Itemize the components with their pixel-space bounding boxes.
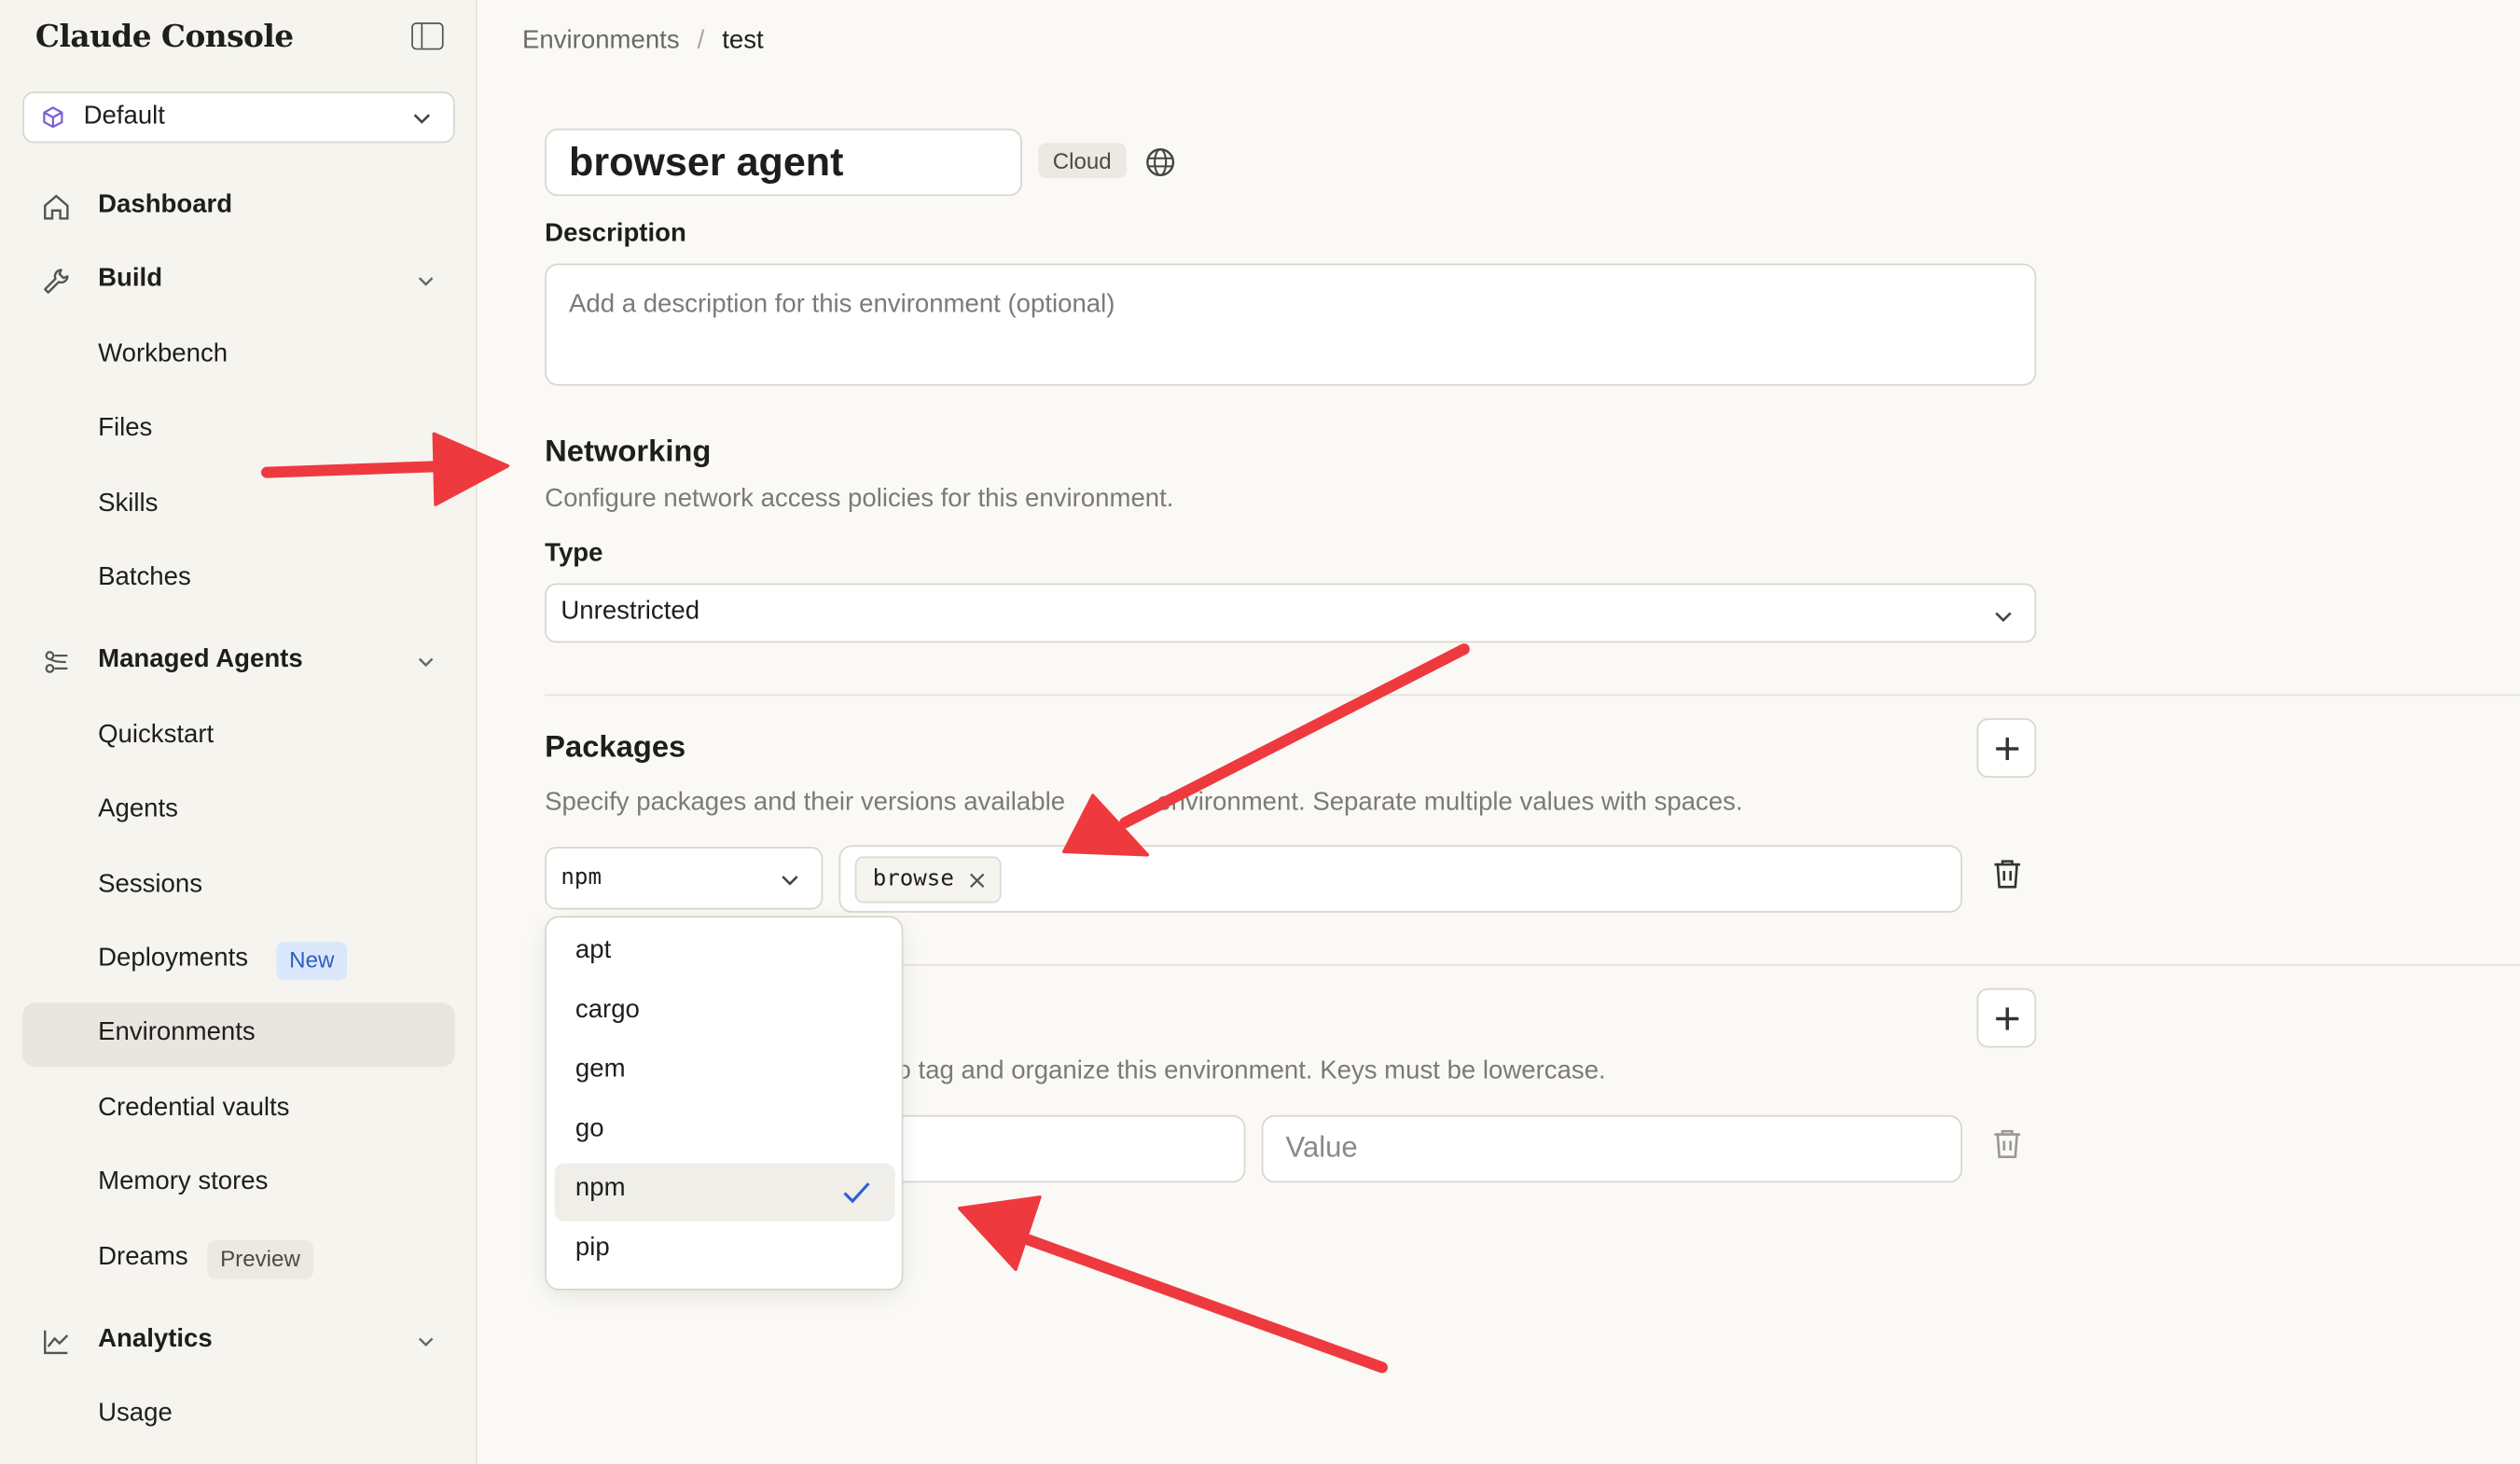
metadata-value-input[interactable]: Value xyxy=(1261,1114,1963,1183)
dropdown-option-apt[interactable]: apt xyxy=(555,926,895,984)
networking-title: Networking xyxy=(545,435,712,470)
chart-line-icon xyxy=(44,1330,69,1355)
chevron-down-icon xyxy=(418,1337,434,1347)
nav-workbench[interactable]: Workbench xyxy=(22,325,455,389)
section-divider xyxy=(545,694,2520,697)
chevron-down-icon xyxy=(418,657,434,668)
nav-credential-vaults[interactable]: Credential vaults xyxy=(22,1078,455,1142)
nav-sessions[interactable]: Sessions xyxy=(22,855,455,919)
nav-dashboard[interactable]: Dashboard xyxy=(22,175,455,240)
environment-name-input[interactable]: browser agent xyxy=(545,128,1022,197)
nav-managed-agents[interactable]: Managed Agents xyxy=(22,629,455,694)
arrow-head-icon xyxy=(958,1195,1042,1272)
check-icon xyxy=(843,1182,870,1204)
breadcrumb-separator: / xyxy=(697,27,705,55)
description-textarea[interactable]: Add a description for this environment (… xyxy=(545,263,2037,386)
nav-agents[interactable]: Agents xyxy=(22,780,455,844)
packages-subtitle: Specify packages and their versions avai… xyxy=(545,789,1743,817)
type-label: Type xyxy=(545,539,603,568)
workspace-selector[interactable]: Default xyxy=(22,91,455,144)
breadcrumb-environments-link[interactable]: Environments xyxy=(522,27,680,54)
dropdown-option-go[interactable]: go xyxy=(555,1104,895,1162)
cube-icon xyxy=(43,106,63,129)
nav-build[interactable]: Build xyxy=(22,249,455,313)
chevron-down-icon xyxy=(782,876,798,886)
annotation-arrow-dropdown xyxy=(1006,1228,1388,1374)
add-metadata-button[interactable] xyxy=(1976,988,2037,1048)
nav-usage[interactable]: Usage xyxy=(22,1384,455,1448)
dropdown-option-cargo[interactable]: cargo xyxy=(555,985,895,1043)
nav-skills[interactable]: Skills xyxy=(22,474,455,538)
nav-dreams[interactable]: Dreams Preview xyxy=(22,1228,455,1292)
nav-memory-stores[interactable]: Memory stores xyxy=(22,1153,455,1217)
preview-badge: Preview xyxy=(207,1240,313,1279)
add-package-button[interactable] xyxy=(1976,718,2037,779)
networking-subtitle: Configure network access policies for th… xyxy=(545,485,1174,513)
nav-files[interactable]: Files xyxy=(22,398,455,463)
home-icon xyxy=(44,194,69,220)
packages-input[interactable]: browse xyxy=(838,845,1963,913)
trash-icon[interactable] xyxy=(1989,1126,2025,1162)
chevron-down-icon xyxy=(413,114,431,124)
agents-icon xyxy=(45,651,68,673)
dropdown-option-pip[interactable]: pip xyxy=(555,1222,895,1280)
brand-logo: Claude Console xyxy=(35,19,294,55)
nav-batches[interactable]: Batches xyxy=(22,548,455,613)
nav-quickstart[interactable]: Quickstart xyxy=(22,705,455,769)
cloud-badge: Cloud xyxy=(1038,143,1127,179)
wrench-icon xyxy=(44,269,69,294)
chevron-down-icon xyxy=(418,277,434,286)
network-type-select[interactable]: Unrestricted xyxy=(545,583,2037,643)
package-manager-dropdown: apt cargo gem go npm pip xyxy=(545,916,904,1291)
dropdown-option-gem[interactable]: gem xyxy=(555,1044,895,1102)
close-icon[interactable] xyxy=(968,873,984,889)
nav-analytics[interactable]: Analytics xyxy=(22,1309,455,1374)
breadcrumb: Environments / test xyxy=(522,27,764,56)
description-label: Description xyxy=(545,220,686,248)
trash-icon[interactable] xyxy=(1989,856,2025,891)
dropdown-option-npm[interactable]: npm xyxy=(554,1163,895,1222)
nav-deployments[interactable]: Deployments New xyxy=(22,929,455,993)
metadata-subtitle: o tag and organize this environment. Key… xyxy=(896,1057,1606,1085)
package-chip: browse xyxy=(854,856,1001,904)
chevron-down-icon xyxy=(1995,612,2012,622)
workspace-label: Default xyxy=(83,103,165,131)
package-manager-select[interactable]: npm xyxy=(545,847,824,910)
nav-environments[interactable]: Environments xyxy=(22,1002,455,1068)
packages-title: Packages xyxy=(545,731,686,766)
globe-icon xyxy=(1146,148,1175,177)
breadcrumb-current: test xyxy=(722,27,764,55)
new-badge: New xyxy=(276,941,348,981)
sidebar-toggle-icon[interactable] xyxy=(411,22,444,50)
sidebar: Claude Console Default Dashboard Build W… xyxy=(0,0,478,1464)
